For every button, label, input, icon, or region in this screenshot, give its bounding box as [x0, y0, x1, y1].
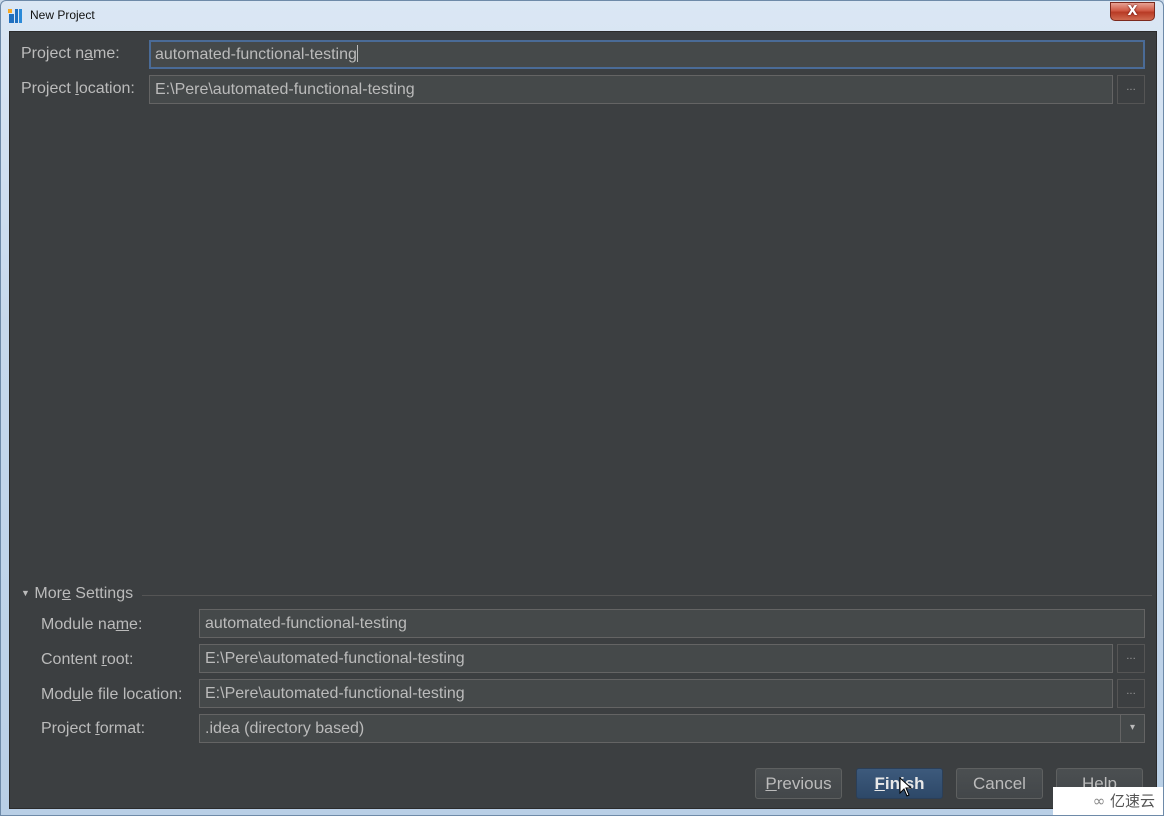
more-settings-toggle[interactable]: ▼ More Settings: [21, 585, 133, 603]
triangle-down-icon: ▼: [21, 588, 30, 598]
intellij-app-icon: [8, 9, 22, 23]
dialog-content: Project name: automated-functional-testi…: [9, 31, 1157, 809]
project-name-input[interactable]: automated-functional-testing: [149, 40, 1145, 69]
new-project-dialog: New Project X Project name: automated-fu…: [0, 0, 1164, 816]
chevron-down-icon[interactable]: ▾: [1120, 715, 1144, 742]
close-icon: X: [1127, 4, 1138, 19]
previous-button[interactable]: Previous: [755, 768, 842, 799]
project-format-select[interactable]: .idea (directory based) ▾: [199, 714, 1145, 743]
watermark: ∞ 亿速云: [1053, 787, 1163, 815]
section-divider: [142, 595, 1152, 596]
module-name-input[interactable]: automated-functional-testing: [199, 609, 1145, 638]
project-format-label: Project format:: [41, 720, 146, 737]
project-location-browse-button[interactable]: ...: [1117, 75, 1145, 104]
content-root-label: Content root:: [41, 651, 134, 668]
close-button[interactable]: X: [1110, 2, 1155, 21]
project-name-label: Project name:: [21, 45, 120, 62]
project-location-label: Project location:: [21, 80, 135, 97]
ellipsis-icon: ...: [1126, 686, 1136, 697]
cancel-button[interactable]: Cancel: [956, 768, 1043, 799]
project-location-input[interactable]: E:\Pere\automated-functional-testing: [149, 75, 1113, 104]
module-name-label: Module name:: [41, 616, 143, 633]
module-file-location-input[interactable]: E:\Pere\automated-functional-testing: [199, 679, 1113, 708]
ellipsis-icon: ...: [1126, 82, 1136, 93]
title-bar: New Project X: [1, 1, 1163, 31]
text-caret: [356, 45, 358, 62]
ellipsis-icon: ...: [1126, 651, 1136, 662]
module-file-location-browse-button[interactable]: ...: [1117, 679, 1145, 708]
module-file-location-label: Module file location:: [41, 686, 183, 703]
content-root-input[interactable]: E:\Pere\automated-functional-testing: [199, 644, 1113, 673]
content-root-browse-button[interactable]: ...: [1117, 644, 1145, 673]
window-title: New Project: [30, 8, 95, 22]
cloud-logo-icon: ∞: [1092, 792, 1106, 810]
mouse-cursor-icon: [899, 777, 913, 797]
